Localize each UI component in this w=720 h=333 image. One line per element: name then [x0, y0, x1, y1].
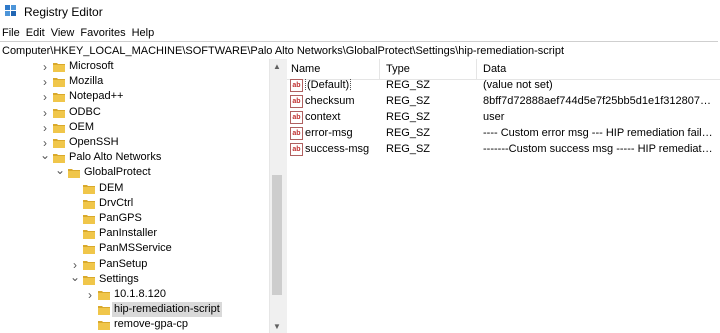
chevron-right-icon[interactable]: ›: [85, 288, 95, 302]
folder-icon: [83, 199, 95, 209]
chevron-right-icon[interactable]: ›: [40, 60, 50, 74]
menu-bar: File Edit View Favorites Help: [0, 24, 720, 41]
string-value-icon: ab: [290, 95, 303, 108]
column-separator[interactable]: [379, 59, 380, 79]
address-bar[interactable]: Computer\HKEY_LOCAL_MACHINE\SOFTWARE\Pal…: [0, 41, 718, 60]
value-name: checksum: [305, 95, 355, 107]
chevron-right-icon[interactable]: ›: [40, 90, 50, 104]
tree-item-label: GlobalProtect: [84, 166, 151, 179]
value-type: REG_SZ: [386, 143, 431, 155]
chevron-right-icon[interactable]: ›: [70, 258, 80, 272]
column-header-name[interactable]: Name: [291, 63, 320, 75]
value-type: REG_SZ: [386, 111, 431, 123]
registry-editor-icon: [5, 5, 16, 16]
folder-icon: [83, 260, 95, 270]
menu-file[interactable]: File: [0, 27, 23, 39]
value-type: REG_SZ: [386, 79, 431, 91]
value-data: ---- Custom error msg --- HIP remediatio…: [483, 127, 715, 139]
tree-vertical-scrollbar[interactable]: ▲ ▼: [269, 59, 284, 333]
folder-icon: [53, 63, 65, 72]
string-value-icon: ab: [290, 127, 303, 140]
tree-item-label: DrvCtrl: [99, 196, 134, 209]
tree-item[interactable]: remove-gpa-cp: [0, 317, 269, 333]
tree-item-label: OEM: [69, 120, 95, 133]
menu-view[interactable]: View: [48, 27, 78, 39]
address-path[interactable]: Computer\HKEY_LOCAL_MACHINE\SOFTWARE\Pal…: [0, 45, 564, 57]
list-row[interactable]: ab context REG_SZ user: [287, 110, 720, 126]
folder-icon: [83, 184, 95, 194]
value-data: (value not set): [483, 79, 553, 91]
column-separator[interactable]: [476, 59, 477, 79]
folder-icon: [68, 169, 80, 179]
list-row[interactable]: ab error-msg REG_SZ ---- Custom error ms…: [287, 126, 720, 142]
string-value-icon: ab: [290, 79, 303, 92]
scroll-thumb[interactable]: [272, 175, 282, 295]
folder-icon: [53, 123, 65, 133]
menu-edit[interactable]: Edit: [23, 27, 48, 39]
folder-icon: [98, 291, 110, 300]
menu-favorites[interactable]: Favorites: [77, 27, 128, 39]
tree-item-label: OpenSSH: [69, 136, 119, 148]
string-value-icon: ab: [290, 111, 303, 124]
title-bar: Registry Editor: [0, 0, 720, 24]
tree-item-label: hip-remediation-script: [112, 302, 222, 318]
folder-icon: [53, 78, 65, 88]
value-type: REG_SZ: [386, 95, 431, 107]
value-data: user: [483, 111, 505, 123]
tree-item-label: Palo Alto Networks: [69, 151, 162, 164]
values-list: Name Type Data ab (Default) REG_SZ (valu…: [287, 59, 720, 333]
value-name: context: [305, 111, 341, 123]
folder-icon: [83, 230, 95, 240]
value-data: -------Custom success msg ----- HIP reme…: [483, 143, 715, 155]
chevron-right-icon[interactable]: ›: [40, 136, 50, 150]
tree-item-label: PanInstaller: [99, 227, 158, 240]
tree-item-label: remove-gpa-cp: [114, 318, 188, 331]
tree-item-label: Settings: [99, 272, 139, 285]
chevron-down-icon[interactable]: ⌄: [55, 163, 65, 177]
tree-item-label: ODBC: [69, 105, 101, 118]
list-row[interactable]: ab checksum REG_SZ 8bff7d72888aef744d5e7…: [287, 94, 720, 110]
chevron-down-icon[interactable]: ⌄: [40, 148, 50, 162]
folder-icon: [53, 154, 65, 164]
chevron-right-icon[interactable]: ›: [40, 75, 50, 89]
list-row[interactable]: ab success-msg REG_SZ -------Custom succ…: [287, 142, 720, 158]
string-value-icon: ab: [290, 143, 303, 156]
tree-item-label: Notepad++: [69, 90, 124, 103]
folder-icon: [83, 275, 95, 285]
tree-item-label: DEM: [99, 181, 124, 194]
folder-icon: [98, 306, 110, 316]
scroll-down-arrow-icon[interactable]: ▼: [270, 319, 284, 333]
value-name: error-msg: [305, 127, 353, 139]
folder-icon: [83, 215, 95, 224]
registry-tree: › Microsoft › Mozilla › Notepad++ › ODBC › OEM › Op…: [0, 59, 283, 333]
menu-help[interactable]: Help: [129, 27, 158, 39]
folder-icon: [98, 321, 110, 331]
value-name: (Default): [305, 79, 352, 91]
tree-item-label: 10.1.8.120: [114, 288, 166, 300]
tree-item-label: Mozilla: [69, 75, 104, 88]
folder-icon: [83, 245, 95, 255]
folder-icon: [53, 139, 65, 148]
list-row[interactable]: ab (Default) REG_SZ (value not set): [287, 78, 720, 94]
column-header-type[interactable]: Type: [386, 63, 410, 75]
tree-item-label: Microsoft: [69, 60, 114, 72]
scroll-up-arrow-icon[interactable]: ▲: [270, 59, 284, 73]
value-name: success-msg: [305, 143, 370, 155]
folder-icon: [53, 93, 65, 103]
window-title: Registry Editor: [24, 5, 103, 19]
tree-item-label: PanSetup: [99, 257, 148, 270]
value-data: 8bff7d72888aef744d5e7f25bb5d1e1f312807a6…: [483, 95, 715, 107]
chevron-right-icon[interactable]: ›: [40, 121, 50, 135]
chevron-down-icon[interactable]: ⌄: [70, 270, 80, 284]
list-header: Name Type Data: [287, 59, 720, 80]
tree-item-label: PanMSService: [99, 242, 172, 255]
folder-icon: [53, 108, 65, 118]
chevron-right-icon[interactable]: ›: [40, 106, 50, 120]
value-type: REG_SZ: [386, 127, 431, 139]
column-header-data[interactable]: Data: [483, 63, 506, 75]
tree-item-label: PanGPS: [99, 212, 142, 224]
